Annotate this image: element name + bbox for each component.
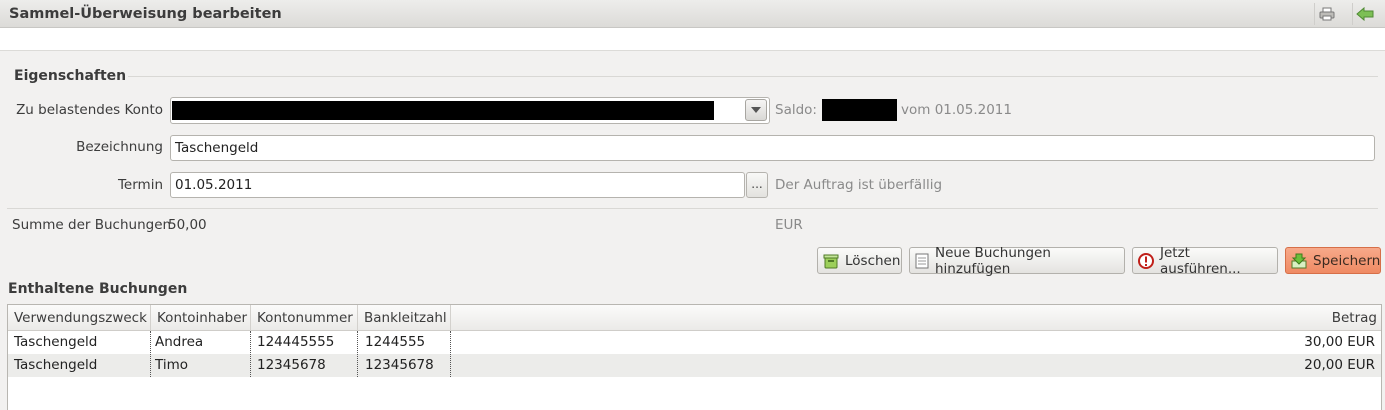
add-bookings-button-label: Neue Buchungen hinzufügen: [935, 244, 1051, 277]
saldo-date: vom 01.05.2011: [901, 102, 1012, 118]
summe-label: Summe der Buchungen: [12, 217, 172, 233]
cell-verwendungszweck: Taschengeld: [14, 334, 98, 350]
window-title: Sammel-Überweisung bearbeiten: [9, 6, 282, 22]
konto-label: Zu belastendes Konto: [16, 102, 163, 118]
delete-button[interactable]: Löschen: [817, 247, 902, 274]
column-separator: [450, 331, 451, 377]
divider: [7, 208, 1378, 209]
cell-kontonummer: 12345678: [257, 357, 326, 373]
cell-betrag: 20,00 EUR: [1304, 357, 1375, 373]
dropdown-arrow-icon[interactable]: [745, 99, 767, 121]
cell-kontoinhaber: Andrea: [155, 334, 204, 350]
column-separator: [250, 331, 251, 377]
cell-verwendungszweck: Taschengeld: [14, 357, 98, 373]
window-titlebar: Sammel-Überweisung bearbeiten: [0, 0, 1385, 28]
column-separator: [357, 331, 358, 377]
date-picker-button[interactable]: ...: [746, 172, 768, 198]
redacted-account: [172, 101, 714, 120]
save-button[interactable]: Speichern: [1285, 247, 1381, 274]
execute-now-button[interactable]: Jetzt ausführen...: [1132, 244, 1278, 277]
warning-icon: [1138, 252, 1154, 269]
cell-betrag: 30,00 EUR: [1304, 334, 1375, 350]
add-bookings-button[interactable]: Neue Buchungen hinzufügen: [909, 244, 1125, 277]
column-header-bankleitzahl[interactable]: Bankleitzahl: [358, 305, 451, 331]
save-icon: [1291, 253, 1307, 268]
konto-select[interactable]: [170, 97, 770, 124]
saldo-label: Saldo:: [775, 102, 817, 118]
cell-kontonummer: 124445555: [257, 334, 335, 350]
column-header-verwendungszweck[interactable]: Verwendungszweck: [8, 305, 151, 331]
document-icon: [915, 253, 929, 268]
termin-field[interactable]: 01.05.2011: [170, 172, 745, 198]
column-header-betrag[interactable]: Betrag: [451, 305, 1383, 331]
cell-bankleitzahl: 12345678: [365, 357, 434, 373]
delete-icon: [823, 254, 839, 268]
delete-button-label: Löschen: [845, 252, 901, 269]
table-row[interactable]: Taschengeld Timo 12345678 12345678 20,00…: [8, 354, 1381, 377]
table-header: Verwendungszweck Kontoinhaber Kontonumme…: [8, 305, 1381, 331]
column-separator: [150, 331, 151, 377]
column-header-kontoinhaber[interactable]: Kontoinhaber: [151, 305, 251, 331]
table-row[interactable]: Taschengeld Andrea 124445555 1244555 30,…: [8, 331, 1381, 354]
bezeichnung-field[interactable]: Taschengeld: [170, 135, 1375, 161]
column-header-kontonummer[interactable]: Kontonummer: [251, 305, 358, 331]
bookings-table: Verwendungszweck Kontoinhaber Kontonumme…: [7, 304, 1382, 410]
summe-value: 50,00: [168, 217, 207, 233]
section-title-eigenschaften: Eigenschaften: [14, 68, 127, 84]
printer-icon[interactable]: [1314, 3, 1338, 25]
back-arrow-icon[interactable]: [1352, 3, 1376, 25]
summe-currency: EUR: [775, 217, 803, 233]
cell-bankleitzahl: 1244555: [365, 334, 426, 350]
cell-kontoinhaber: Timo: [155, 357, 188, 373]
section-title-buchungen: Enthaltene Buchungen: [8, 281, 188, 297]
termin-status: Der Auftrag ist überfällig: [775, 177, 943, 193]
redacted-saldo: [822, 99, 897, 121]
termin-label: Termin: [117, 177, 163, 193]
header-spacer: [0, 28, 1385, 51]
save-button-label: Speichern: [1313, 252, 1381, 269]
section-divider: [128, 76, 1378, 77]
execute-now-button-label: Jetzt ausführen...: [1160, 244, 1241, 277]
bezeichnung-label: Bezeichnung: [76, 139, 163, 155]
